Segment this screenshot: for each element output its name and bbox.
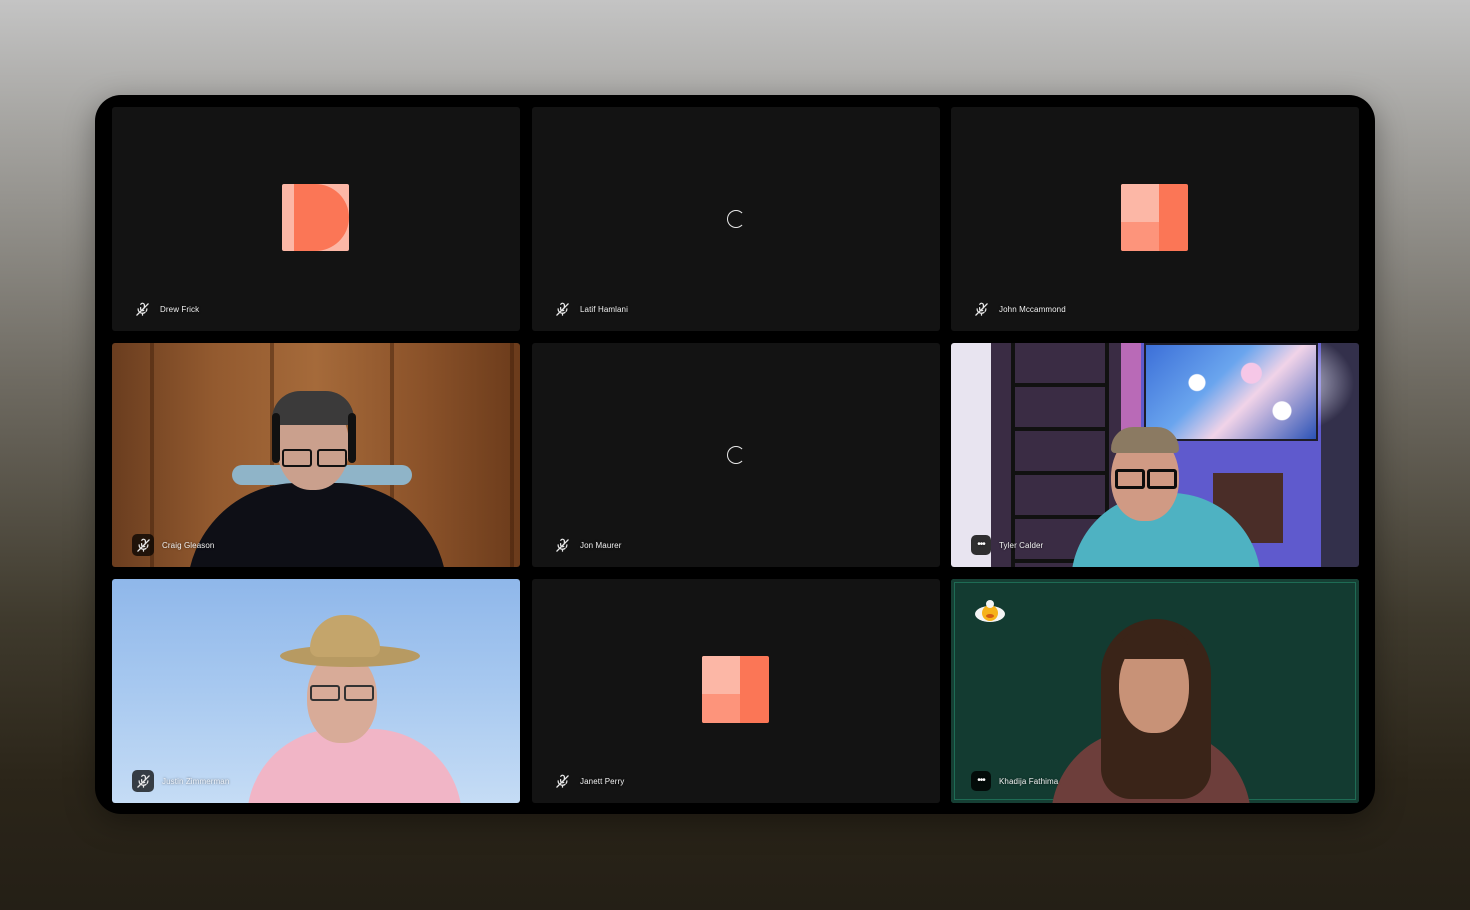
participant-name: Khadija Fathima bbox=[999, 776, 1059, 786]
participant-tile-jon-maurer[interactable]: Jon Maurer bbox=[532, 343, 940, 567]
participant-name-tag: ••• Khadija Fathima bbox=[971, 771, 1058, 791]
participant-tile-john-mccammond[interactable]: John Mccammond bbox=[951, 107, 1359, 331]
loading-spinner-icon bbox=[727, 210, 745, 228]
participant-tile-khadija-fathima[interactable]: ••• Khadija Fathima bbox=[951, 579, 1359, 803]
video-feed bbox=[112, 343, 520, 567]
participant-name-tag: Justin Zimmerman bbox=[132, 770, 230, 792]
mic-muted-icon[interactable] bbox=[552, 535, 572, 555]
more-options-icon[interactable]: ••• bbox=[971, 535, 991, 555]
mic-muted-icon[interactable] bbox=[132, 299, 152, 319]
mic-muted-icon[interactable] bbox=[971, 299, 991, 319]
participant-name: Drew Frick bbox=[160, 304, 200, 314]
participant-name-tag: Jon Maurer bbox=[552, 535, 621, 555]
video-feed bbox=[951, 343, 1359, 567]
participant-name: Craig Gleason bbox=[162, 540, 215, 550]
avatar bbox=[1121, 184, 1188, 251]
mic-muted-icon[interactable] bbox=[552, 771, 572, 791]
mic-muted-icon[interactable] bbox=[132, 770, 154, 792]
more-options-icon[interactable]: ••• bbox=[971, 771, 991, 791]
participant-tile-janett-perry[interactable]: Janett Perry bbox=[532, 579, 940, 803]
participant-tile-latif-hamlani[interactable]: Latif Hamlani bbox=[532, 107, 940, 331]
participant-name: John Mccammond bbox=[999, 304, 1066, 314]
avatar bbox=[282, 184, 349, 251]
participant-tile-craig-gleason[interactable]: Craig Gleason bbox=[112, 343, 520, 567]
participant-name-tag: Drew Frick bbox=[132, 299, 199, 319]
participant-name: Latif Hamlani bbox=[580, 304, 628, 314]
video-call-grid: Drew Frick Latif Hamlani John Mccammond bbox=[95, 95, 1375, 814]
participant-name-tag: Craig Gleason bbox=[132, 534, 215, 556]
video-feed bbox=[951, 579, 1359, 803]
participant-name-tag: Latif Hamlani bbox=[552, 299, 628, 319]
video-feed bbox=[112, 579, 520, 803]
participant-name: Janett Perry bbox=[580, 776, 625, 786]
duck-emoji-icon bbox=[973, 599, 1007, 625]
participant-name-tag: John Mccammond bbox=[971, 299, 1066, 319]
mic-muted-icon[interactable] bbox=[552, 299, 572, 319]
participant-tile-drew-frick[interactable]: Drew Frick bbox=[112, 107, 520, 331]
participant-name: Jon Maurer bbox=[580, 540, 622, 550]
loading-spinner-icon bbox=[727, 446, 745, 464]
avatar bbox=[702, 656, 769, 723]
participant-name: Tyler Calder bbox=[999, 540, 1044, 550]
participant-tile-tyler-calder[interactable]: ••• Tyler Calder bbox=[951, 343, 1359, 567]
participant-name-tag: ••• Tyler Calder bbox=[971, 535, 1043, 555]
participant-name: Justin Zimmerman bbox=[162, 776, 230, 786]
participant-tile-justin-zimmerman[interactable]: Justin Zimmerman bbox=[112, 579, 520, 803]
mic-muted-icon[interactable] bbox=[132, 534, 154, 556]
participant-name-tag: Janett Perry bbox=[552, 771, 624, 791]
